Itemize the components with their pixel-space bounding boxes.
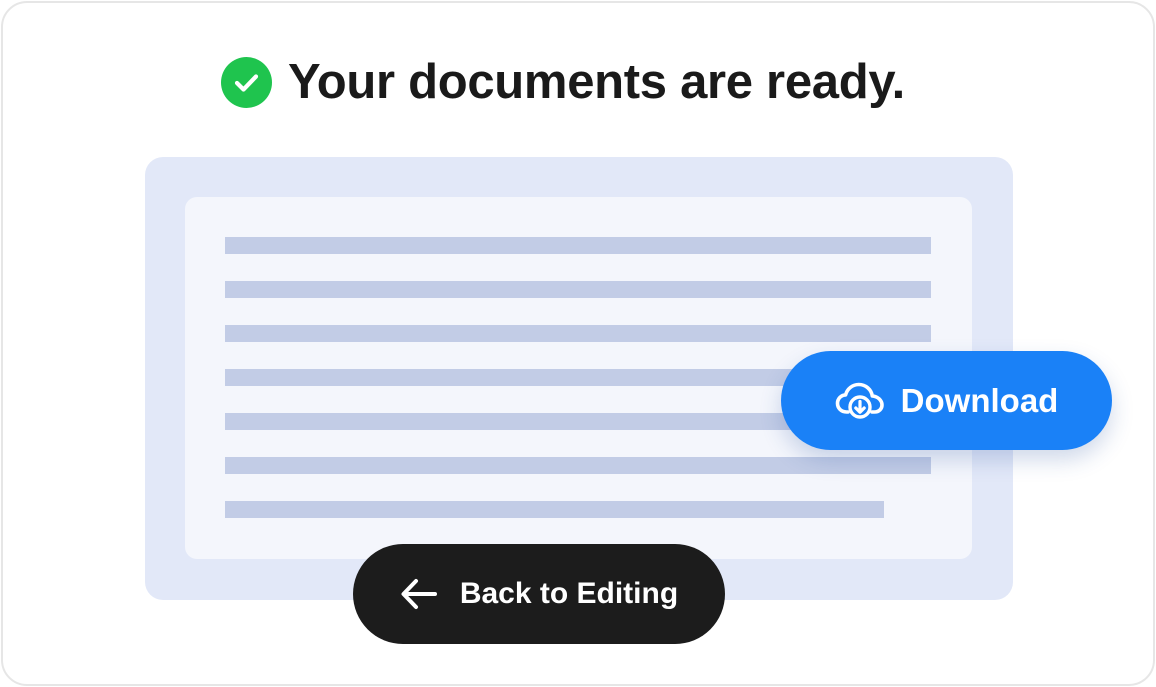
check-circle-icon <box>221 56 272 108</box>
back-to-editing-label: Back to Editing <box>459 577 679 610</box>
arrow-left-icon <box>401 579 437 609</box>
back-to-editing-button[interactable]: Back to Editing <box>353 544 725 644</box>
download-button-label: Download <box>900 381 1059 419</box>
document-text-line <box>225 325 931 342</box>
document-text-line <box>225 457 931 474</box>
page-title-text: Your documents are ready. <box>288 55 905 109</box>
document-text-line <box>225 237 931 254</box>
document-text-line <box>225 501 884 518</box>
download-button[interactable]: Download <box>781 351 1112 450</box>
cloud-download-icon <box>835 382 884 419</box>
page-title: Your documents are ready. <box>221 54 905 110</box>
document-text-line <box>225 281 931 298</box>
